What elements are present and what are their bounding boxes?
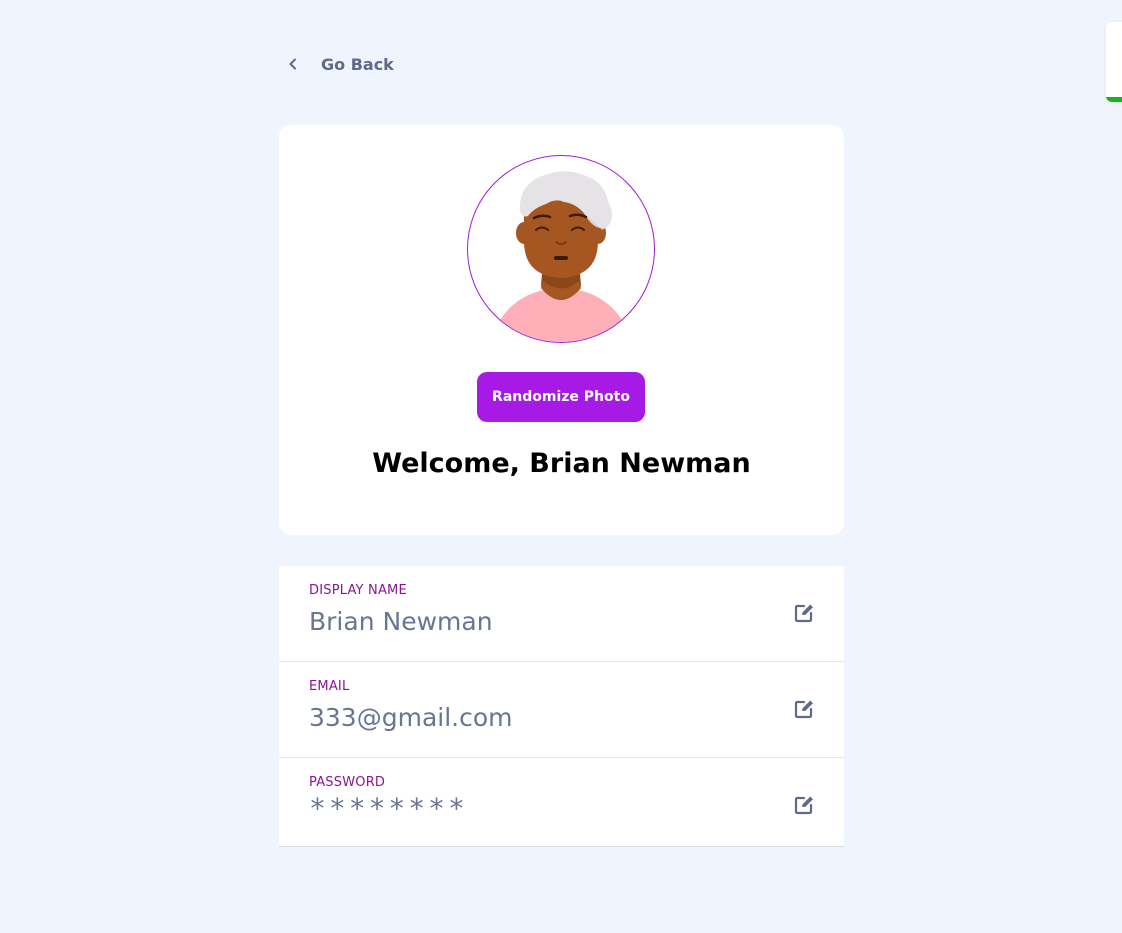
email-label: EMAIL <box>309 679 350 694</box>
toast-progress-bar <box>1106 97 1122 102</box>
welcome-heading: Welcome, Brian Newman <box>372 448 751 479</box>
profile-card: Randomize Photo Welcome, Brian Newman <box>279 125 844 535</box>
display-name-label: DISPLAY NAME <box>309 583 407 598</box>
avatar-illustration <box>493 171 629 342</box>
edit-icon[interactable] <box>793 602 815 624</box>
display-name-field: DISPLAY NAME Brian Newman <box>279 566 844 662</box>
toast-notification <box>1106 22 1122 102</box>
chevron-left-icon <box>279 50 307 78</box>
password-value: ******** <box>309 792 468 825</box>
randomize-photo-button[interactable]: Randomize Photo <box>477 372 645 422</box>
go-back-label: Go Back <box>321 54 394 74</box>
account-fields: DISPLAY NAME Brian Newman EMAIL 333@gmai… <box>279 566 844 847</box>
email-value: 333@gmail.com <box>309 703 513 732</box>
edit-icon[interactable] <box>793 698 815 720</box>
avatar <box>467 155 655 343</box>
password-field: PASSWORD ******** <box>279 758 844 846</box>
edit-icon[interactable] <box>793 794 815 816</box>
go-back-link[interactable]: Go Back <box>279 50 394 78</box>
display-name-value: Brian Newman <box>309 607 493 636</box>
password-label: PASSWORD <box>309 775 386 790</box>
email-field: EMAIL 333@gmail.com <box>279 662 844 758</box>
